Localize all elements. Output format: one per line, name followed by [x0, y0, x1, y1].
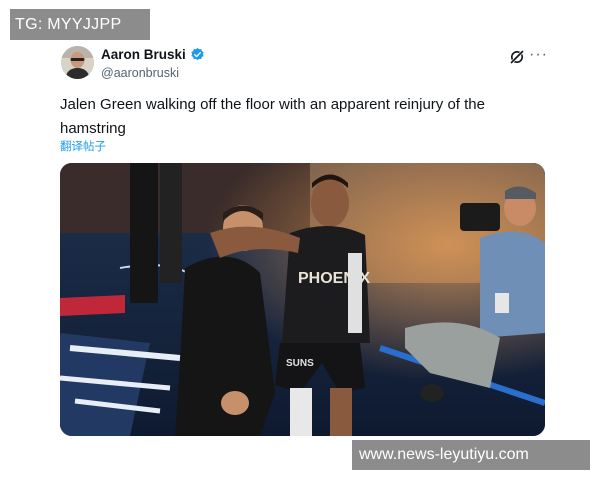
avatar[interactable]	[61, 46, 94, 79]
tweet-text: Jalen Green walking off the floor with a…	[60, 96, 485, 137]
media-photo: PHOENIX SUNS	[60, 163, 545, 436]
translate-link[interactable]: 翻译帖子	[60, 138, 106, 154]
more-options-icon[interactable]: ···	[529, 46, 548, 64]
shorts-text: SUNS	[286, 358, 314, 369]
verified-badge-icon	[190, 47, 205, 62]
author-handle[interactable]: @aaronbruski	[101, 66, 179, 80]
grok-icon[interactable]	[509, 49, 525, 65]
author-name[interactable]: Aaron Bruski	[101, 47, 186, 62]
avatar-image	[61, 46, 94, 79]
watermark-top: TG: MYYJJPP	[10, 9, 150, 40]
tweet-media[interactable]: PHOENIX SUNS	[60, 163, 545, 436]
author-row: Aaron Bruski	[101, 47, 205, 62]
watermark-bottom: www.news-leyutiyu.com	[352, 440, 590, 470]
